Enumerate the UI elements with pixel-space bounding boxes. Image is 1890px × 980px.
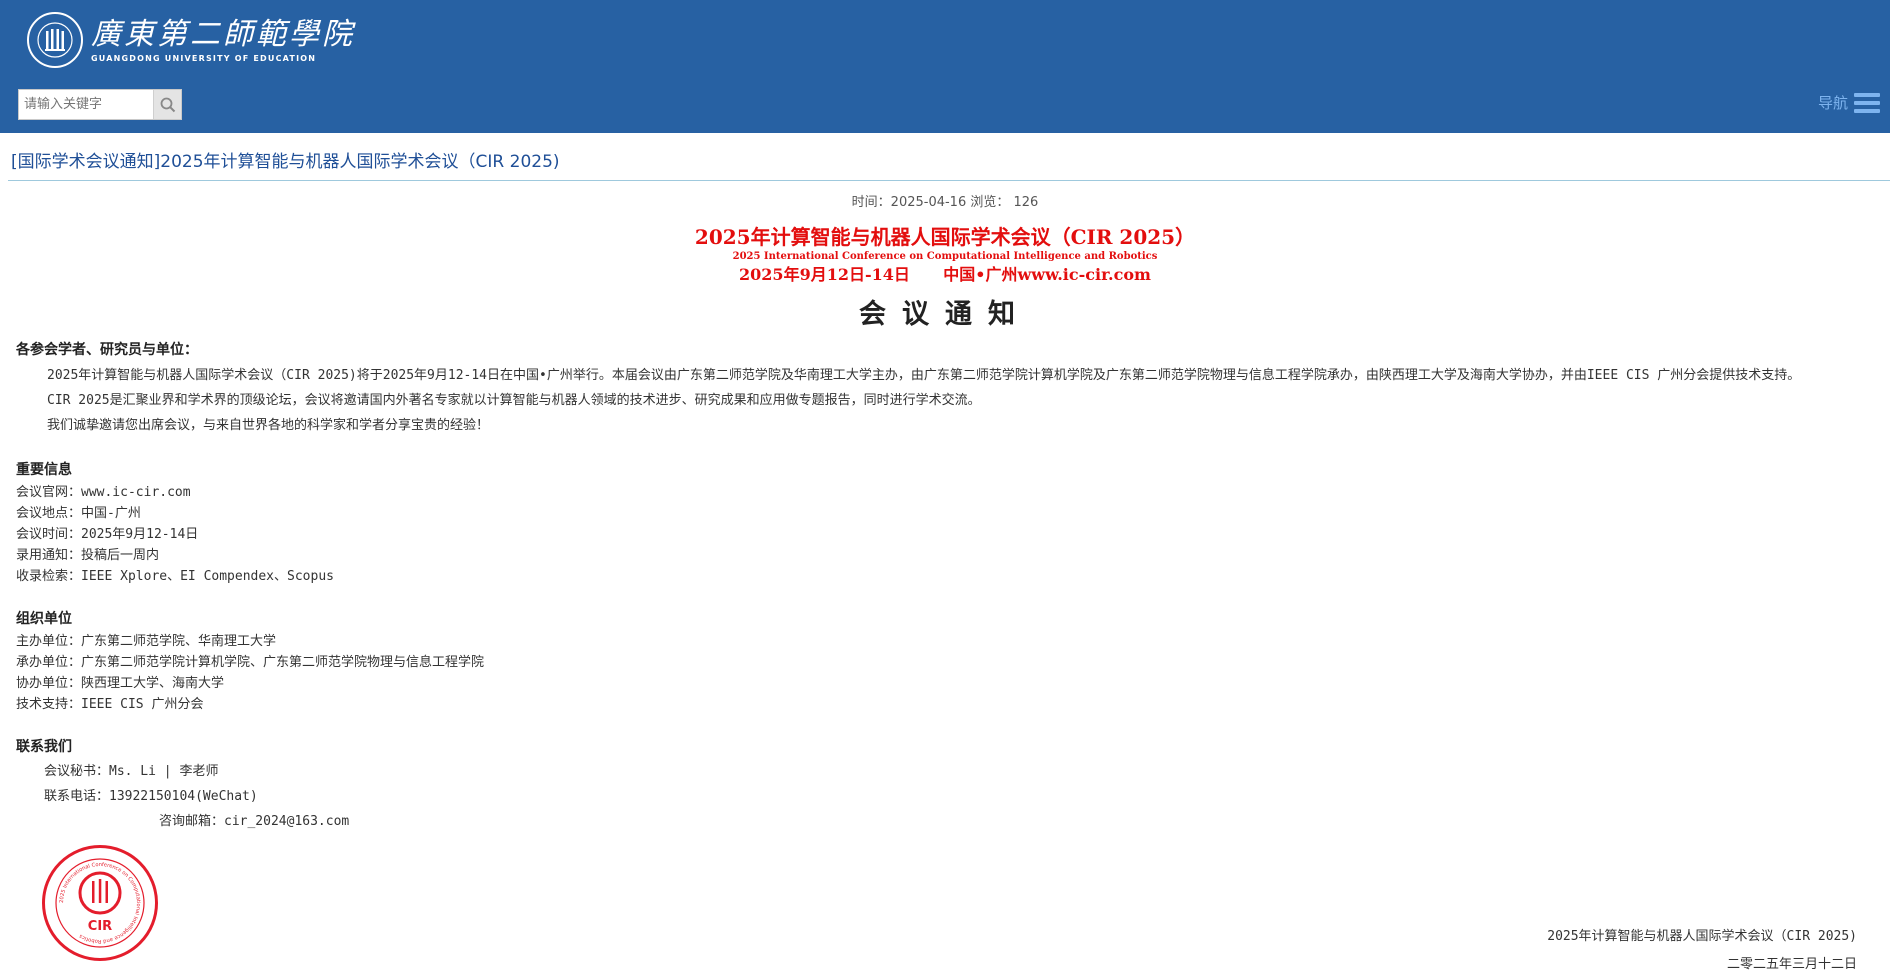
article-meta: 时间：2025-04-16 浏览： 126 [851,195,1039,210]
article-title[interactable]: [国际学术会议通知]2025年计算智能与机器人国际学术会议（CIR 2025) [8,152,560,172]
site-header: 廣東第二師範學院 GUANGDONG UNIVERSITY OF EDUCATI… [0,0,1890,133]
conference-title-cn: 2025年计算智能与机器人国际学术会议（CIR 2025） [694,225,1196,249]
logo-english-name: GUANGDONG UNIVERSITY OF EDUCATION [91,53,317,63]
signature-org: 2025年计算智能与机器人国际学术会议（CIR 2025) [1547,929,1857,944]
search-icon [160,97,175,112]
contact-title: 联系我们 [16,739,72,755]
search-input[interactable] [19,90,153,119]
salutation: 各参会学者、研究员与单位： [16,342,198,358]
contact-secretary: 会议秘书：Ms. Li | 李老师 [44,764,219,779]
university-logo[interactable]: 廣東第二師範學院 GUANGDONG UNIVERSITY OF EDUCATI… [27,12,355,68]
organizers-title: 组织单位 [16,611,72,627]
signature-block: 2025年计算智能与机器人国际学术会议（CIR 2025) 二零二五年三月十二日 [1547,923,1857,979]
search-box [18,89,182,120]
info-location: 会议地点：中国-广州 [16,506,141,521]
conference-date-place: 2025年9月12日-14日 中国•广州www.ic-cir.com [739,265,1151,284]
article-title-bar: [国际学术会议通知]2025年计算智能与机器人国际学术会议（CIR 2025) [8,150,1890,181]
nav-label: 导航 [1817,94,1848,112]
organizer-undertaker: 承办单位：广东第二师范学院计算机学院、广东第二师范学院物理与信息工程学院 [16,655,485,670]
info-indexing: 收录检索：IEEE Xplore、EI Compendex、Scopus [16,569,334,584]
intro-paragraph-3: 我们诚挚邀请您出席会议，与来自世界各地的科学家和学者分享宝贵的经验！ [47,418,490,433]
intro-paragraph-2: CIR 2025是汇聚业界和学术界的顶级论坛，会议将邀请国内外著名专家就以计算智… [47,393,981,408]
contact-email: 咨询邮箱：cir_2024@163.com [159,814,350,829]
organizer-co-host: 协办单位：陕西理工大学、海南大学 [16,676,225,691]
university-emblem-icon [27,12,83,68]
info-website: 会议官网：www.ic-cir.com [16,485,191,500]
conference-title-en: 2025 International Conference on Computa… [732,251,1158,262]
conference-header: 2025年计算智能与机器人国际学术会议（CIR 2025） 2025 Inter… [0,224,1890,286]
organizer-tech-support: 技术支持：IEEE CIS 广州分会 [16,697,204,712]
important-info-title: 重要信息 [16,462,72,478]
hamburger-icon [1854,92,1880,113]
notice-heading: 会议通知 [859,299,1031,330]
intro-paragraph-1: 2025年计算智能与机器人国际学术会议（CIR 2025)将于2025年9月12… [47,368,1801,383]
logo-chinese-name: 廣東第二師範學院 [91,16,355,52]
info-notification: 录用通知：投稿后一周内 [16,548,160,563]
signature-date: 二零二五年三月十二日 [1726,957,1857,972]
organizer-host: 主办单位：广东第二师范学院、华南理工大学 [16,634,277,649]
contact-phone: 联系电话：13922150104(WeChat) [44,789,258,804]
article-body: 各参会学者、研究员与单位： 2025年计算智能与机器人国际学术会议（CIR 20… [16,337,1886,834]
seal-label: CIR [88,919,112,934]
cir-seal-stamp: 2025 International Conference on Computa… [42,845,158,961]
info-date: 会议时间：2025年9月12-14日 [16,527,199,542]
nav-menu-button[interactable]: 导航 [1818,92,1880,113]
search-button[interactable] [153,90,181,119]
